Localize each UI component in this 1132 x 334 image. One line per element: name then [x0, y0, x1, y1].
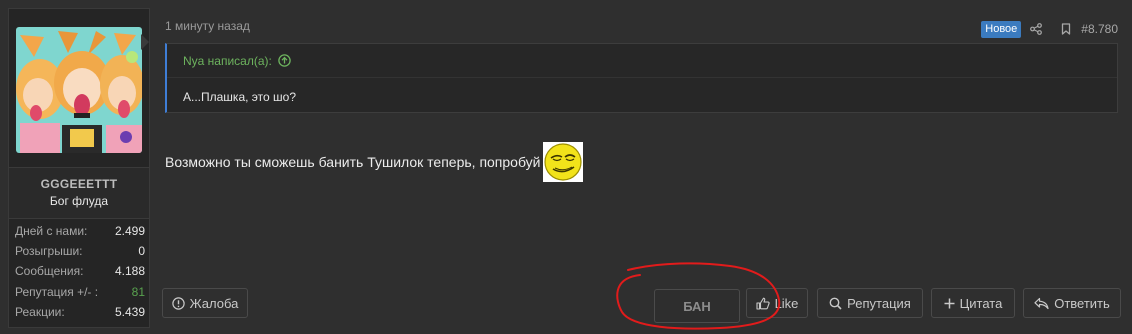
bookmark-icon[interactable]: [1051, 20, 1081, 38]
user-name-block: GGGEEETTT Бог флуда: [9, 167, 149, 219]
user-stat-label: Сообщения:: [15, 264, 84, 279]
share-icon[interactable]: [1021, 20, 1051, 38]
ban-label: БАН: [683, 298, 711, 314]
user-stat-label: Дней с нами:: [15, 224, 88, 238]
user-title: Бог флуда: [49, 194, 109, 208]
user-stat-value: 2.499: [114, 224, 145, 238]
like-label: Like: [774, 295, 799, 311]
avatar-container: [9, 9, 149, 167]
user-stat-value: 5.439: [114, 304, 145, 319]
go-to-quote-icon[interactable]: [278, 54, 291, 67]
search-icon: [829, 297, 842, 310]
warning-icon: [171, 296, 185, 310]
quote-author[interactable]: Nya написал(а):: [183, 54, 272, 68]
reputation-label: Репутация: [847, 295, 911, 311]
plus-icon: [944, 298, 955, 308]
post-main: 1 минуту назад Новое #8.780 Nya написал(…: [150, 0, 1132, 334]
user-stat-row: Репутация +/- : 81: [15, 282, 145, 302]
reply-button[interactable]: Ответить: [1023, 288, 1121, 318]
user-stats: Дней с нами: 2.499 Розыгрыши: 0 Сообщения: 4.…: [15, 221, 145, 322]
user-cell: GGGEEETTT Бог флуда Дней с нами: 2.499 Роз…: [8, 8, 150, 328]
quote-body: А...Плашка, это шо?: [183, 90, 296, 104]
ban-button[interactable]: БАН: [654, 289, 740, 323]
quote-button[interactable]: Цитата: [931, 288, 1015, 318]
user-cell-arrow: [141, 34, 149, 50]
username[interactable]: GGGEEETTT: [9, 177, 149, 191]
smiley-emoji-icon: [542, 142, 583, 182]
post-attribution-right: Новое #8.780: [981, 20, 1118, 38]
reply-label: Ответить: [1054, 295, 1110, 311]
user-stat-row: Реакции: 5.439: [15, 302, 145, 322]
user-stat-label: Репутация +/- :: [15, 284, 99, 299]
user-stat-row: Сообщения: 4.188: [15, 261, 145, 281]
reputation-button[interactable]: Репутация: [817, 288, 923, 318]
user-stat-label: Розыгрыши:: [15, 244, 83, 259]
forum-post: GGGEEETTT Бог флуда Дней с нами: 2.499 Роз…: [0, 0, 1132, 334]
report-label: Жалоба: [189, 295, 239, 311]
user-stat-value: 4.188: [114, 264, 145, 279]
new-badge: Новое: [981, 20, 1022, 38]
post-number-link[interactable]: #8.780: [1081, 22, 1118, 36]
user-stat-value: 0: [138, 244, 145, 259]
quote-title[interactable]: Nya написал(а):: [167, 44, 1117, 78]
user-stat-value: 81: [131, 284, 145, 299]
quote-block: Nya написал(а): А...Плашка, это шо?: [165, 43, 1118, 113]
reply-arrow-icon: [1034, 297, 1049, 309]
thumbs-up-icon: [756, 297, 770, 310]
user-stat-row: Дней с нами: 2.499: [15, 221, 145, 241]
message-text: Возможно ты сможешь банить Тушилок тепер…: [165, 154, 541, 170]
user-stat-label: Реакции:: [15, 304, 65, 319]
user-stat-row: Розыгрыши: 0: [15, 241, 145, 261]
report-button[interactable]: Жалоба: [162, 288, 248, 318]
quote-label: Цитата: [959, 295, 1003, 311]
avatar-image: [16, 27, 142, 153]
message-body: Возможно ты сможешь банить Тушилок тепер…: [165, 142, 583, 182]
avatar[interactable]: [16, 27, 142, 153]
like-button[interactable]: Like: [746, 288, 808, 318]
post-time[interactable]: 1 минуту назад: [165, 19, 250, 33]
